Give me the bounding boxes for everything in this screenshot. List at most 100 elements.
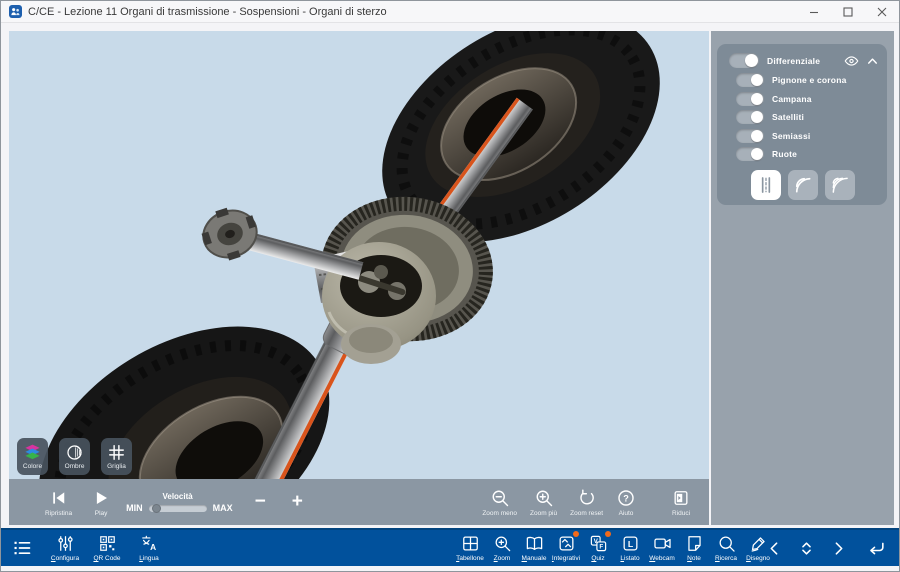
close-button[interactable]: [865, 1, 899, 22]
viewport-tools: Colore Ombre Griglia: [17, 438, 132, 475]
differential-toggle[interactable]: [729, 53, 759, 68]
notification-badge: [605, 531, 611, 537]
titlebar: C/CE - Lezione 11 Organi di trasmissione…: [1, 1, 899, 23]
speed-control: Velocità MIN MAX: [126, 490, 233, 514]
speed-slider[interactable]: [149, 505, 207, 512]
toolbar-item-tabellone[interactable]: Tabellone: [455, 534, 485, 562]
visibility-eye-icon[interactable]: [844, 55, 859, 67]
zoom-out-label: Zoom meno: [482, 510, 517, 517]
quiz-label: Quiz: [591, 555, 604, 562]
sidebar: Differenziale Pignone e corona Campana S…: [711, 31, 894, 525]
zoom-reset-icon: [577, 488, 597, 508]
manuale-label: Manuale: [522, 555, 547, 562]
qr-code-icon: [98, 534, 117, 553]
magnifier-plus-icon: [493, 534, 512, 553]
satellites-label: Satelliti: [772, 112, 804, 122]
menu-list-button[interactable]: [11, 538, 33, 558]
zoom-reset-button[interactable]: Zoom reset: [570, 488, 603, 517]
color-button-label: Colore: [23, 463, 42, 470]
toolbar-item-integrativi[interactable]: Integrativi: [551, 534, 581, 562]
differential-label: Differenziale: [767, 56, 820, 66]
help-question-mark: ?: [623, 493, 629, 503]
board-grid-icon: [461, 534, 480, 553]
straight-road-icon: [756, 175, 776, 195]
toolbar-item-configura[interactable]: Configura: [47, 534, 83, 562]
speed-slider-knob[interactable]: [152, 504, 161, 513]
app-window: C/CE - Lezione 11 Organi di trasmissione…: [0, 0, 900, 572]
satellites-row: Satelliti: [736, 110, 879, 124]
toolbar-item-lingua[interactable]: A Lingua: [131, 534, 167, 562]
help-button[interactable]: ? Aiuto: [616, 488, 636, 517]
maximize-button[interactable]: [831, 1, 865, 22]
return-arrow-icon: [867, 539, 886, 558]
zoom-in-icon: [534, 488, 554, 508]
zoom-out-button[interactable]: Zoom meno: [482, 488, 517, 517]
shadows-button[interactable]: Ombre: [59, 438, 90, 475]
speed-min-label: MIN: [126, 503, 143, 513]
app-logo-icon: [9, 5, 22, 18]
prev-lesson-button[interactable]: [763, 540, 785, 557]
collapse-button[interactable]: Riduci: [671, 488, 691, 517]
toolbar-item-webcam[interactable]: Webcam: [647, 534, 677, 562]
toolbar-item-qrcode[interactable]: QR Code: [89, 534, 125, 562]
translate-icon: A: [140, 534, 159, 553]
extras-media-icon: [557, 534, 576, 553]
chevron-left-icon: [766, 540, 783, 557]
chevrons-up-down-icon: [798, 540, 815, 557]
speed-decrease-button[interactable]: −: [255, 492, 266, 512]
chevron-right-icon: [830, 540, 847, 557]
configura-label: Configura: [51, 555, 79, 562]
search-icon: [717, 534, 736, 553]
zoom-reset-label: Zoom reset: [570, 510, 603, 517]
speed-max-label: MAX: [213, 503, 233, 513]
play-button[interactable]: Play: [92, 488, 110, 517]
double-curve-road-button[interactable]: [825, 170, 855, 200]
menu-list-icon: [11, 538, 33, 558]
curve-road-button[interactable]: [788, 170, 818, 200]
bell-label: Campana: [772, 94, 812, 104]
wheels-toggle[interactable]: [736, 147, 764, 161]
straight-road-button[interactable]: [751, 170, 781, 200]
color-button[interactable]: Colore: [17, 438, 48, 475]
collapse-label: Riduci: [672, 510, 690, 517]
curve-road-icon: [793, 175, 813, 195]
3d-viewport[interactable]: Colore Ombre Griglia: [9, 31, 709, 525]
toolbar-item-ricerca[interactable]: Ricerca: [711, 534, 741, 562]
lesson-selector-button[interactable]: [795, 540, 817, 557]
bell-toggle[interactable]: [736, 92, 764, 106]
skip-to-start-icon: [50, 488, 68, 508]
toolbar-item-manuale[interactable]: Manuale: [519, 534, 549, 562]
shadow-sphere-icon: [65, 443, 84, 462]
toolbar-item-listato[interactable]: L Listato: [615, 534, 645, 562]
halfshafts-label: Semiassi: [772, 131, 810, 141]
toolbar-item-quiz[interactable]: VF Quiz: [583, 534, 613, 562]
pinion-crown-toggle[interactable]: [736, 73, 764, 87]
chevron-up-icon[interactable]: [866, 56, 879, 66]
lingua-label: Lingua: [139, 555, 159, 562]
grid-button[interactable]: Griglia: [101, 438, 132, 475]
toolbar-item-note[interactable]: Note: [679, 534, 709, 562]
lingua-letter: A: [150, 542, 156, 552]
grid-icon: [107, 443, 126, 462]
pinion-crown-label: Pignone e corona: [772, 75, 847, 85]
minimize-button[interactable]: [797, 1, 831, 22]
listato-letter: L: [627, 539, 633, 549]
zoom-in-button[interactable]: Zoom più: [530, 488, 557, 517]
halfshafts-toggle[interactable]: [736, 129, 764, 143]
zoom-label: Zoom: [494, 555, 511, 562]
help-label: Aiuto: [619, 510, 634, 517]
speed-increase-button[interactable]: +: [292, 492, 303, 512]
satellites-toggle[interactable]: [736, 110, 764, 124]
play-icon: [92, 488, 110, 508]
webcam-icon: [653, 534, 672, 553]
return-button[interactable]: [865, 539, 887, 558]
next-lesson-button[interactable]: [827, 540, 849, 557]
listato-label: Listato: [620, 555, 639, 562]
panel-header-row: Differenziale: [729, 53, 879, 68]
restart-button[interactable]: Ripristina: [45, 488, 72, 517]
help-icon: ?: [616, 488, 636, 508]
toolbar-item-zoom[interactable]: Zoom: [487, 534, 517, 562]
grid-button-label: Griglia: [107, 463, 126, 470]
notification-badge: [573, 531, 579, 537]
note-label: Note: [687, 555, 701, 562]
